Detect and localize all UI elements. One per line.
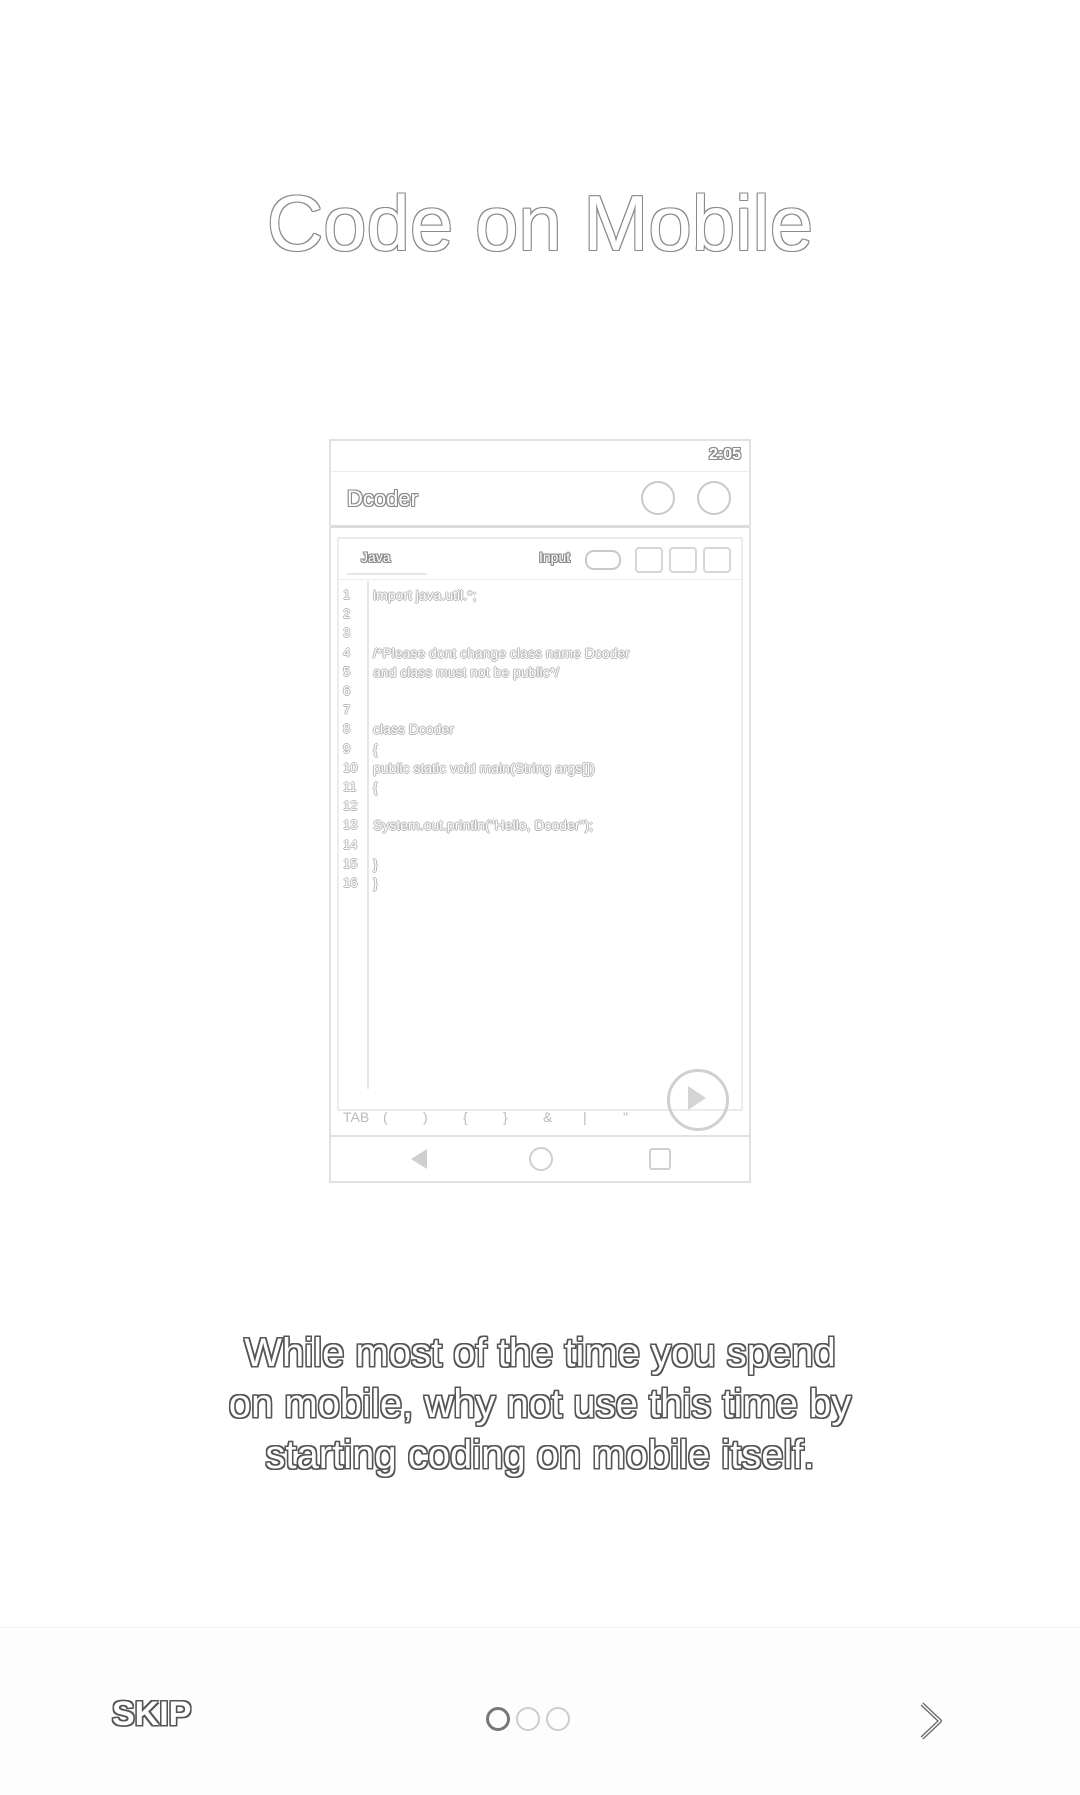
preview-code-line: /*Please dont change class name Dcoder [373, 644, 630, 661]
preview-line-number: 16 [343, 875, 358, 890]
preview-line-number: 13 [343, 817, 358, 833]
preview-code-line: class Dcoder [373, 721, 454, 738]
onboarding-bottom-bar: SKIP [0, 1627, 1080, 1795]
preview-line-number: 11 [343, 779, 357, 794]
preview-code-line: } [373, 875, 378, 891]
preview-line-number: 4 [343, 644, 351, 660]
preview-nav-bar [331, 1135, 749, 1181]
preview-code-line: public static void main(String args[]) [373, 759, 595, 776]
page-title: Code on Mobile [266, 179, 814, 267]
preview-tab-language: Java [361, 549, 391, 565]
preview-key: ) [423, 1109, 428, 1125]
preview-key: & [543, 1109, 553, 1125]
preview-line-number: 12 [343, 798, 358, 814]
preview-input-label: Input [539, 549, 571, 565]
skip-button[interactable]: SKIP [112, 1695, 191, 1734]
preview-line-number: 3 [343, 625, 351, 641]
preview-line-gutter: 1 2 3 4 5 6 7 8 9 10 11 12 13 14 15 16 [339, 581, 369, 1089]
preview-app-bar: Dcoder [331, 471, 749, 528]
preview-line-number: 2 [343, 606, 351, 622]
preview-input-toggle [585, 550, 621, 570]
folder-icon [669, 547, 697, 573]
preview-line-number: 6 [343, 683, 351, 698]
preview-key: TAB [343, 1109, 370, 1125]
description-line: While most of the time you spend [244, 1331, 836, 1375]
undo-icon [641, 481, 675, 515]
preview-status-time: 2:05 [708, 446, 741, 463]
preview-code-line: System.out.println("Hello, Dcoder"); [373, 817, 594, 834]
onboarding-description: While most of the time you spend on mobi… [160, 1328, 920, 1481]
preview-line-number: 1 [343, 587, 351, 602]
preview-key: } [503, 1109, 508, 1125]
preview-line-number: 10 [343, 759, 358, 775]
preview-code-line: and class must not be public*/ [373, 663, 559, 680]
preview-status-bar: 2:05 [331, 441, 749, 472]
preview-editor-tabs: Java Input [339, 539, 741, 580]
redo-icon [697, 481, 731, 515]
description-line: starting coding on mobile itself. [265, 1433, 815, 1477]
recents-icon [649, 1148, 671, 1170]
preview-key: { [463, 1109, 468, 1125]
page-indicator [486, 1707, 576, 1737]
app-preview-image: 2:05 Dcoder Java Input 1 2 3 4 5 6 7 8 9 10 11 12 13… [329, 439, 751, 1183]
preview-code-line: { [373, 740, 378, 757]
preview-line-number: 5 [343, 663, 351, 679]
preview-key: | [583, 1109, 587, 1125]
preview-key: ( [383, 1109, 388, 1125]
preview-code-line: import java.util.*; [373, 587, 477, 603]
home-icon [529, 1147, 553, 1171]
page-indicator-dot [546, 1707, 570, 1731]
preview-line-number: 15 [343, 855, 358, 871]
preview-line-number: 9 [343, 740, 351, 756]
eraser-icon [635, 547, 663, 573]
preview-line-number: 8 [343, 721, 351, 737]
save-icon [703, 547, 731, 573]
preview-tab-indicator [347, 573, 427, 575]
chevron-right-icon[interactable] [910, 1698, 950, 1744]
page-indicator-dot [486, 1707, 510, 1731]
preview-key-bar: TAB () {} & | " [337, 1109, 743, 1133]
preview-line-number: 7 [343, 702, 351, 718]
preview-code-line: } [373, 855, 378, 872]
preview-code-line: { [373, 779, 378, 795]
back-icon [411, 1149, 427, 1169]
page-indicator-dot [516, 1707, 540, 1731]
preview-app-title: Dcoder [347, 486, 418, 511]
description-line: on mobile, why not use this time by [228, 1382, 852, 1426]
preview-key: " [623, 1109, 628, 1125]
preview-line-number: 14 [343, 836, 358, 852]
preview-editor: Java Input 1 2 3 4 5 6 7 8 9 10 11 12 13 14 15 16 impor… [337, 537, 743, 1131]
